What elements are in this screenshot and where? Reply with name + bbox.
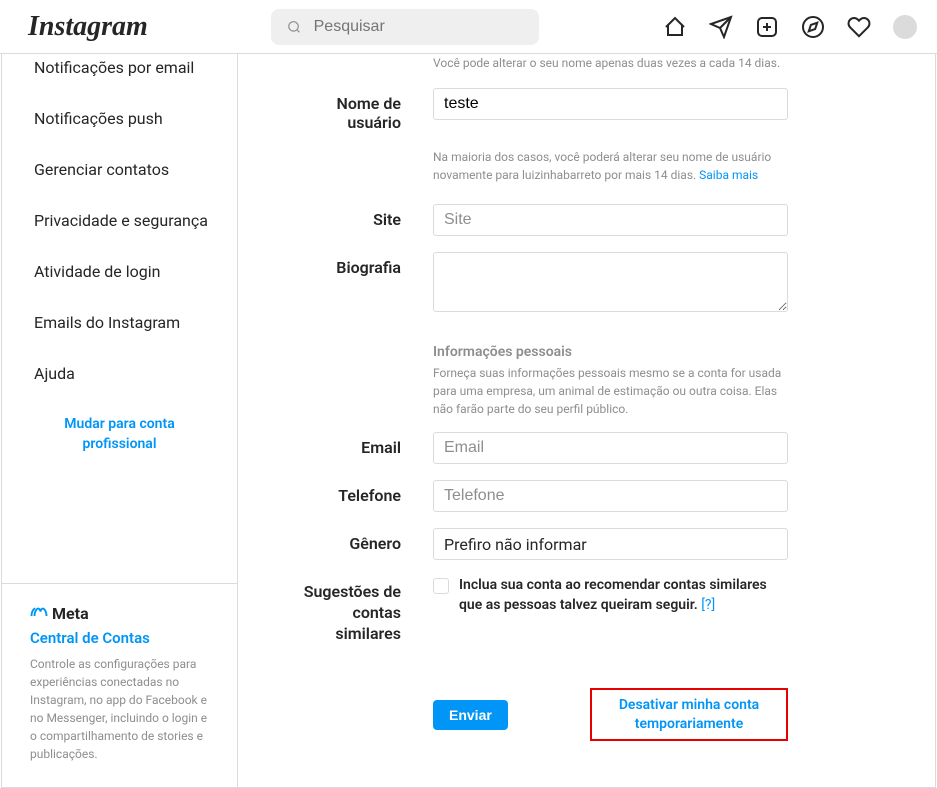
settings-sidebar: Notificações por email Notificações push… — [2, 54, 238, 787]
sidebar-item-push-notifications[interactable]: Notificações push — [2, 93, 237, 144]
suggestions-label: Sugestões decontas similares — [303, 576, 433, 644]
sidebar-item-email-notifications[interactable]: Notificações por email — [2, 54, 237, 93]
personal-info-desc: Forneça suas informações pessoais mesmo … — [433, 364, 788, 418]
avatar[interactable] — [893, 15, 917, 39]
username-input[interactable] — [433, 88, 788, 120]
username-label: Nome de usuário — [303, 88, 433, 132]
search-input[interactable] — [314, 18, 524, 36]
home-icon[interactable] — [663, 15, 687, 39]
messenger-icon[interactable] — [709, 15, 733, 39]
edit-profile-form: Você pode alterar o seu nome apenas duas… — [238, 54, 935, 787]
site-label: Site — [303, 204, 433, 236]
gender-label: Gênero — [303, 528, 433, 560]
settings-container: Notificações por email Notificações push… — [1, 54, 936, 788]
phone-label: Telefone — [303, 480, 433, 512]
bio-textarea[interactable] — [433, 252, 788, 312]
sidebar-item-login-activity[interactable]: Atividade de login — [2, 246, 237, 297]
new-post-icon[interactable] — [755, 15, 779, 39]
explore-icon[interactable] — [801, 15, 825, 39]
meta-icon — [30, 604, 48, 622]
search-box[interactable] — [271, 9, 539, 45]
suggestions-help-link[interactable]: [?] — [701, 597, 715, 613]
sidebar-item-manage-contacts[interactable]: Gerenciar contatos — [2, 144, 237, 195]
username-help-text: Na maioria dos casos, você poderá altera… — [433, 148, 788, 184]
sidebar-item-instagram-emails[interactable]: Emails do Instagram — [2, 297, 237, 348]
sidebar-footer: Meta Central de Contas Controle as confi… — [2, 583, 237, 787]
site-input[interactable] — [433, 204, 788, 236]
deactivate-highlight: Desativar minha conta temporariamente — [590, 688, 788, 740]
personal-info-heading: Informações pessoais — [433, 344, 788, 360]
email-input[interactable] — [433, 432, 788, 464]
email-label: Email — [303, 432, 433, 464]
top-bar: Instagram — [0, 0, 937, 54]
learn-more-link[interactable]: Saiba mais — [699, 168, 758, 182]
switch-professional-link[interactable]: Mudar para conta profissional — [2, 399, 237, 470]
phone-input[interactable] — [433, 480, 788, 512]
deactivate-account-link[interactable]: Desativar minha conta temporariamente — [604, 696, 774, 732]
suggestions-checkbox[interactable] — [433, 578, 449, 594]
gender-select[interactable]: Prefiro não informar — [433, 528, 788, 560]
submit-button[interactable]: Enviar — [433, 700, 508, 730]
meta-text: Meta — [52, 604, 89, 623]
bio-label: Biografia — [303, 252, 433, 316]
sidebar-item-privacy-security[interactable]: Privacidade e segurança — [2, 195, 237, 246]
accounts-center-link[interactable]: Central de Contas — [30, 629, 209, 647]
name-help-text: Você pode alterar o seu nome apenas duas… — [433, 54, 788, 72]
suggestions-checkbox-label: Inclua sua conta ao recomendar contas si… — [459, 576, 788, 615]
nav-icons — [663, 15, 917, 39]
activity-icon[interactable] — [847, 15, 871, 39]
search-icon — [287, 19, 301, 35]
instagram-logo[interactable]: Instagram — [28, 11, 148, 43]
sidebar-item-help[interactable]: Ajuda — [2, 348, 237, 399]
meta-logo: Meta — [30, 604, 209, 623]
